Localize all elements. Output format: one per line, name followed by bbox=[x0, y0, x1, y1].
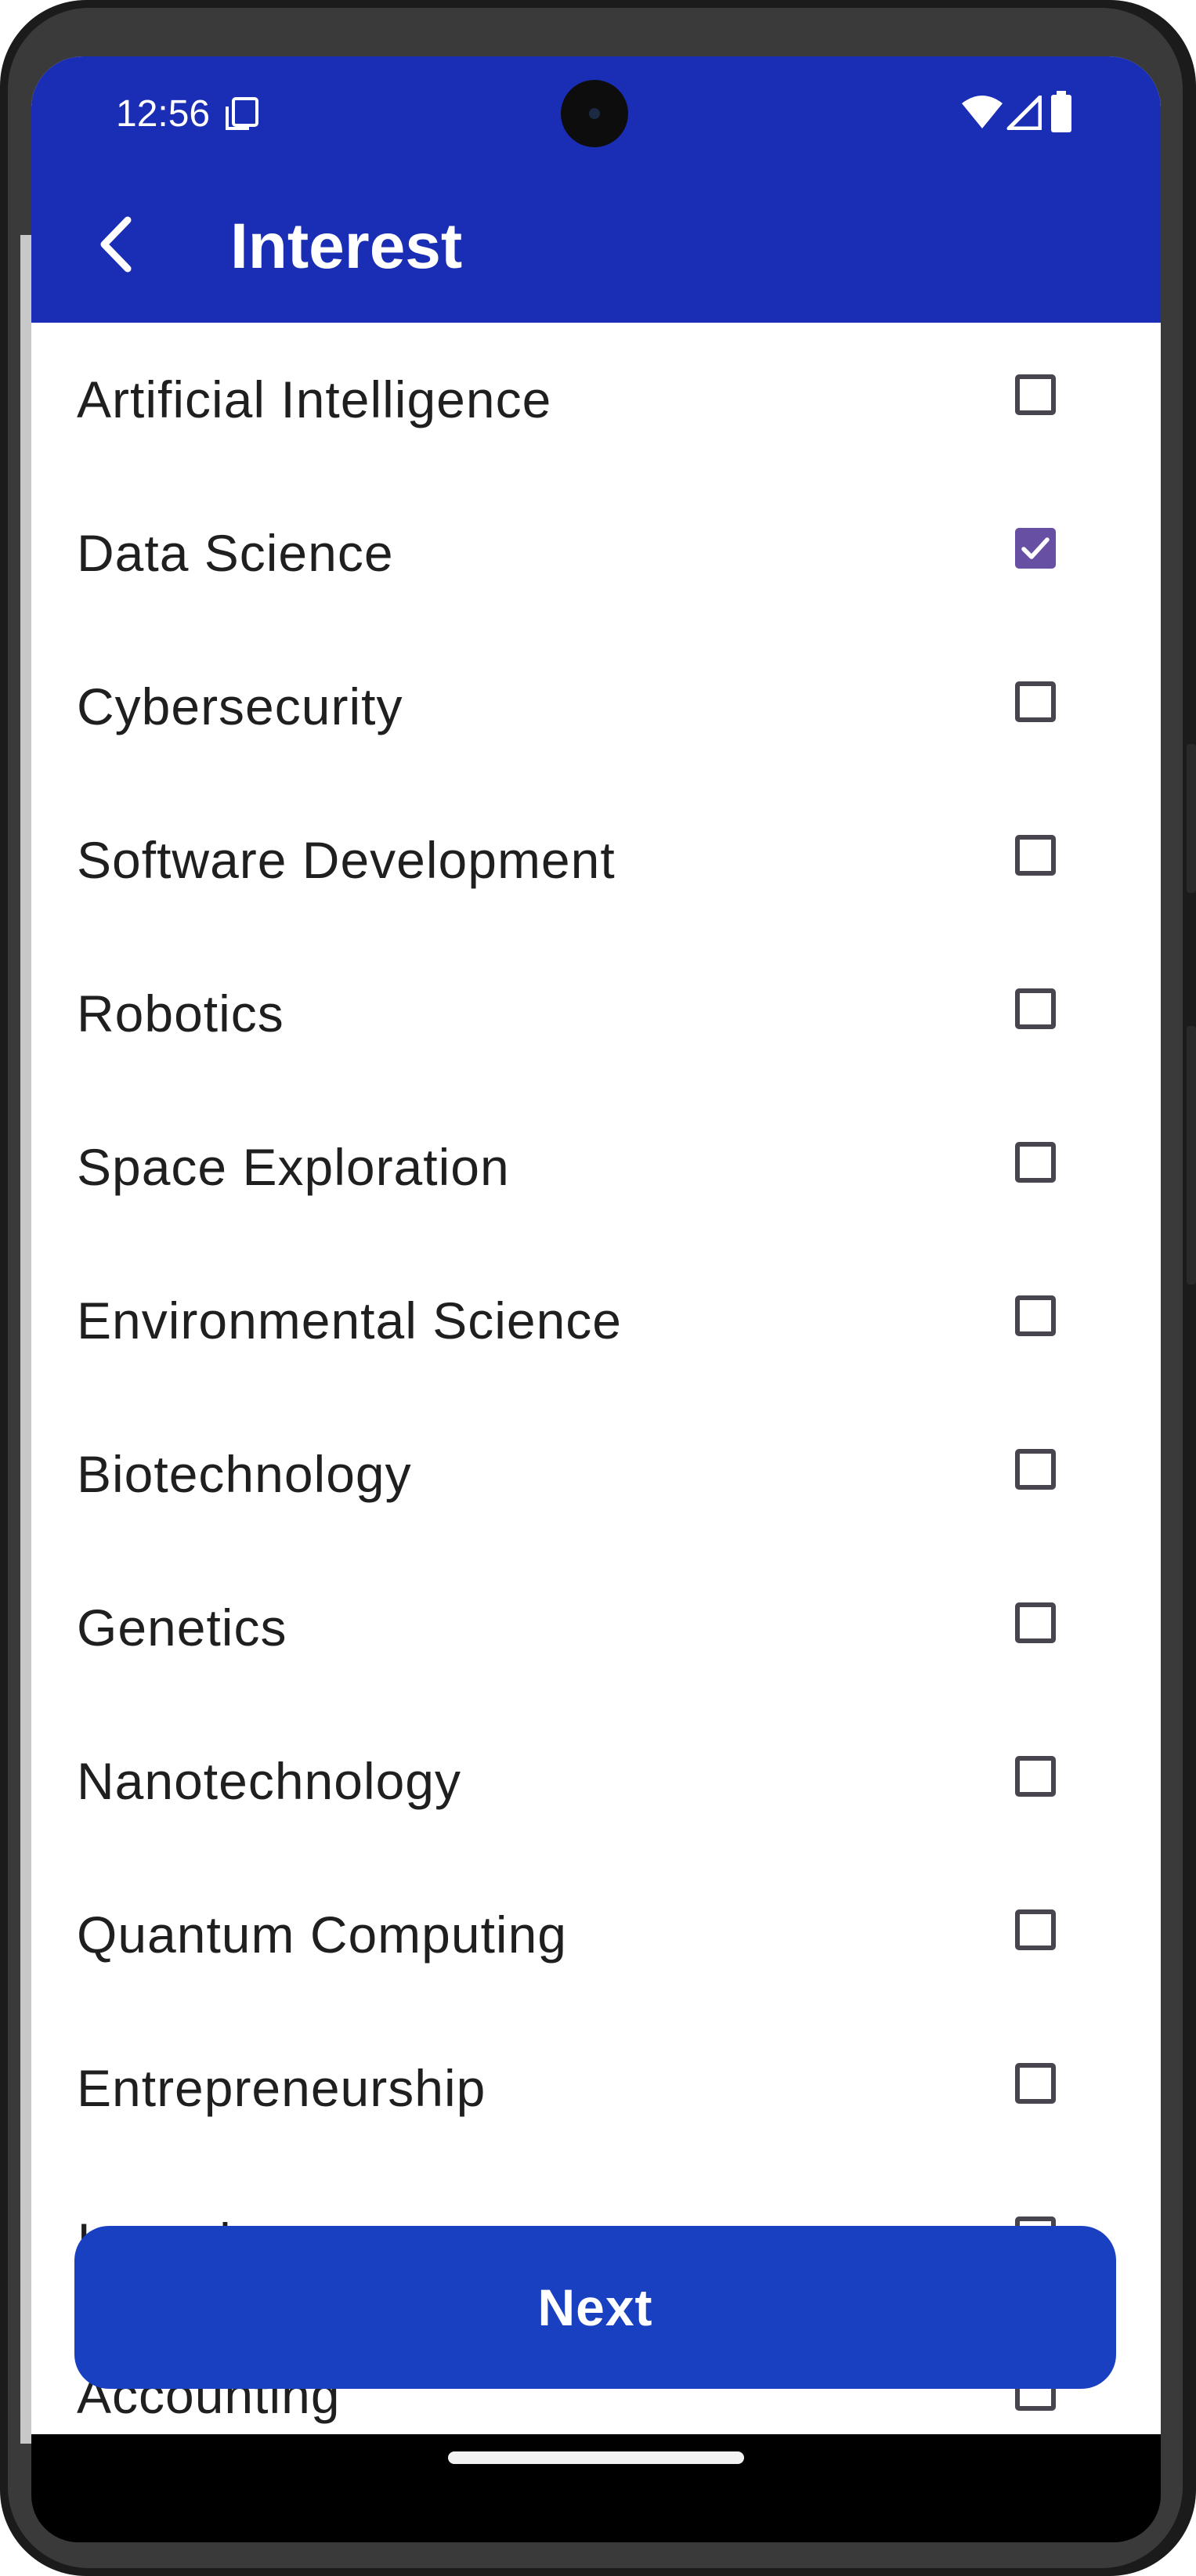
interest-item-artificial-intelligence[interactable]: Artificial Intelligence bbox=[31, 323, 1161, 476]
interest-item-nanotechnology[interactable]: Nanotechnology bbox=[31, 1704, 1161, 1858]
checkbox[interactable] bbox=[1015, 1756, 1056, 1797]
checkbox[interactable] bbox=[1015, 1449, 1056, 1490]
checkbox[interactable] bbox=[1015, 1909, 1056, 1950]
wifi-icon bbox=[960, 94, 1004, 134]
app-bar: 12:56 Interest bbox=[31, 56, 1161, 323]
screen: 12:56 Interest Artificial Intelligence D… bbox=[31, 56, 1161, 2495]
home-gesture-handle[interactable] bbox=[448, 2451, 744, 2464]
checkmark-icon bbox=[1021, 537, 1050, 559]
next-button[interactable]: Next bbox=[74, 2226, 1116, 2389]
interest-label: Software Development bbox=[77, 831, 616, 889]
interest-item-cybersecurity[interactable]: Cybersecurity bbox=[31, 630, 1161, 783]
interest-label: Environmental Science bbox=[77, 1292, 623, 1349]
interest-label: Biotechnology bbox=[77, 1445, 412, 1503]
checkbox[interactable] bbox=[1015, 1142, 1056, 1183]
screen-edge bbox=[20, 235, 31, 2444]
interest-item-quantum-computing[interactable]: Quantum Computing bbox=[31, 1858, 1161, 2011]
interest-item-space-exploration[interactable]: Space Exploration bbox=[31, 1090, 1161, 1244]
page-title: Interest bbox=[230, 211, 463, 282]
interest-label: Robotics bbox=[77, 985, 284, 1042]
interest-label: Data Science bbox=[77, 524, 394, 582]
checkbox-checked[interactable] bbox=[1015, 528, 1056, 569]
checkbox[interactable] bbox=[1015, 835, 1056, 876]
interest-label: Nanotechnology bbox=[77, 1752, 462, 1810]
volume-button bbox=[1187, 1026, 1196, 1284]
interest-label: Cybersecurity bbox=[77, 677, 403, 735]
interest-label: Entrepreneurship bbox=[77, 2059, 486, 2117]
interest-item-environmental-science[interactable]: Environmental Science bbox=[31, 1244, 1161, 1397]
back-button[interactable] bbox=[78, 205, 157, 284]
checkbox[interactable] bbox=[1015, 2063, 1056, 2104]
front-camera bbox=[561, 80, 628, 147]
interest-item-software-development[interactable]: Software Development bbox=[31, 783, 1161, 937]
interest-item-robotics[interactable]: Robotics bbox=[31, 937, 1161, 1090]
interest-item-data-science[interactable]: Data Science bbox=[31, 476, 1161, 630]
chevron-left-icon bbox=[100, 216, 132, 273]
system-nav-bar bbox=[31, 2434, 1161, 2495]
interest-item-entrepreneurship[interactable]: Entrepreneurship bbox=[31, 2011, 1161, 2165]
signal-icon bbox=[1006, 95, 1042, 134]
checkbox[interactable] bbox=[1015, 1602, 1056, 1643]
checkbox[interactable] bbox=[1015, 681, 1056, 722]
screenshot-icon bbox=[224, 96, 260, 135]
interest-label: Quantum Computing bbox=[77, 1906, 567, 1964]
power-button bbox=[1187, 744, 1196, 893]
interest-item-genetics[interactable]: Genetics bbox=[31, 1551, 1161, 1704]
bottom-bezel bbox=[31, 2495, 1161, 2542]
checkbox[interactable] bbox=[1015, 988, 1056, 1029]
status-time: 12:56 bbox=[116, 93, 211, 135]
interest-label: Artificial Intelligence bbox=[77, 370, 552, 428]
interest-item-biotechnology[interactable]: Biotechnology bbox=[31, 1397, 1161, 1551]
checkbox[interactable] bbox=[1015, 374, 1056, 415]
battery-icon bbox=[1050, 91, 1073, 137]
interest-label: Genetics bbox=[77, 1599, 287, 1657]
checkbox[interactable] bbox=[1015, 1295, 1056, 1336]
interest-label: Space Exploration bbox=[77, 1138, 510, 1196]
